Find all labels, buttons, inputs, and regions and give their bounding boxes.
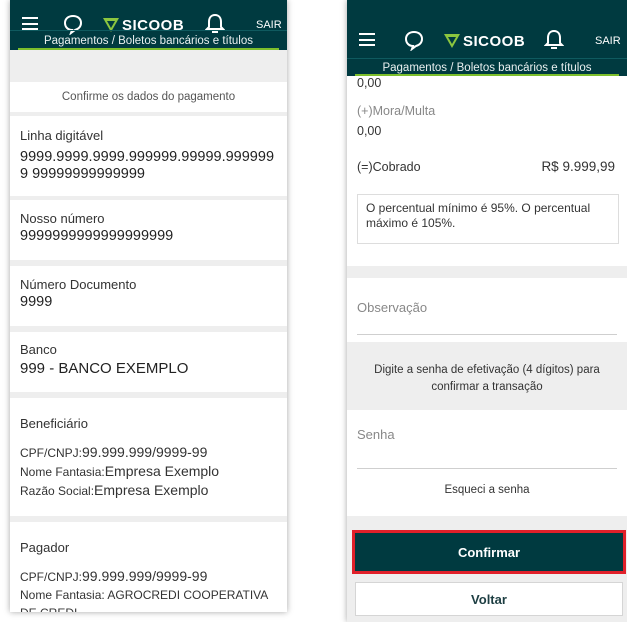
senha-instruction: Digite a senha de efetivação (4 dígitos)… bbox=[347, 362, 627, 396]
beneficiario-razao-label: Razão Social: bbox=[20, 484, 95, 498]
beneficiario-razao-value: Empresa Exemplo bbox=[94, 482, 209, 498]
confirm-header: Confirme os dados do pagamento bbox=[10, 82, 287, 112]
beneficiario-fantasia-value: Empresa Exemplo bbox=[104, 463, 220, 479]
beneficiario-cpf-label: CPF/CNPJ: bbox=[20, 446, 83, 460]
linha-digitavel-value-1: 9999.9999.9999.999999.99999.999999 bbox=[20, 149, 275, 165]
pagador-fantasia: Nome Fantasia: AGROCREDI COOPERATIVA bbox=[20, 586, 277, 604]
hamburger-menu-icon[interactable] bbox=[359, 33, 375, 46]
notification-bell-icon[interactable] bbox=[544, 29, 564, 51]
beneficiario-razao: Razão Social:Empresa Exemplo bbox=[20, 481, 277, 500]
numero-documento-value: 9999 bbox=[20, 294, 53, 310]
logo-text: SICOOB bbox=[463, 32, 526, 50]
pagador-title: Pagador bbox=[20, 540, 70, 555]
pagador-cpf: CPF/CNPJ:99.999.999/9999-99 bbox=[20, 567, 277, 586]
nosso-numero-label: Nosso número bbox=[20, 211, 105, 226]
observacao-placeholder: Observação bbox=[357, 300, 428, 315]
pagador-cpf-value: 99.999.999/9999-99 bbox=[82, 568, 208, 584]
nosso-numero-card: Nosso número 9999999999999999999 bbox=[10, 200, 287, 260]
pagador-fantasia-label: Nome Fantasia: bbox=[20, 588, 105, 602]
pagador-cpf-label: CPF/CNPJ: bbox=[20, 570, 83, 584]
cobrado-value: R$ 9.999,99 bbox=[541, 159, 615, 174]
senha-instruction-line-1: Digite a senha de efetivação (4 dígitos)… bbox=[374, 364, 600, 376]
back-button[interactable]: Voltar bbox=[355, 582, 623, 616]
percent-note-line-2: máximo é 105%. bbox=[366, 216, 456, 230]
pagador-card: Pagador CPF/CNPJ:99.999.999/9999-99 Nome… bbox=[10, 522, 287, 612]
top-bar: SICOOB SAIR Pagamentos / Boletos bancári… bbox=[10, 0, 287, 50]
observacao-field[interactable]: Observação bbox=[347, 278, 627, 342]
senha-instruction-line-2: confirmar a transação bbox=[431, 381, 543, 393]
beneficiario-title: Beneficiário bbox=[20, 416, 88, 431]
pagador-fantasia-value-2: DE CREDI bbox=[20, 604, 277, 612]
values-card: 0,00 (+)Mora/Multa 0,00 (=)Cobrado R$ 9.… bbox=[347, 76, 627, 266]
banco-code: 999 bbox=[20, 360, 46, 377]
banco-value: 999 - BANCO EXEMPLO bbox=[20, 360, 189, 377]
hamburger-menu-icon[interactable] bbox=[22, 17, 38, 30]
senha-card: Senha Esqueci a senha bbox=[347, 410, 627, 516]
beneficiario-cpf-value: 99.999.999/9999-99 bbox=[82, 444, 208, 460]
pagador-fantasia-value: AGROCREDI COOPERATIVA bbox=[107, 588, 269, 602]
numero-documento-label: Número Documento bbox=[20, 277, 137, 292]
confirm-button[interactable]: Confirmar bbox=[352, 530, 626, 574]
sicoob-logo-mark-icon bbox=[444, 34, 460, 48]
beneficiario-fantasia: Nome Fantasia:Empresa Exemplo bbox=[20, 462, 277, 481]
confirm-title: Confirme os dados do pagamento bbox=[61, 91, 236, 103]
banco-card: Banco 999 - BANCO EXEMPLO bbox=[10, 332, 287, 392]
beneficiario-fantasia-label: Nome Fantasia: bbox=[20, 465, 105, 479]
senha-placeholder: Senha bbox=[357, 427, 395, 442]
logout-button[interactable]: SAIR bbox=[595, 35, 621, 47]
cobrado-label: (=)Cobrado bbox=[357, 160, 421, 174]
breadcrumb: Pagamentos / Boletos bancários e títulos bbox=[10, 30, 287, 50]
forgot-password-link[interactable]: Esqueci a senha bbox=[347, 484, 627, 496]
mora-value: 0,00 bbox=[357, 124, 382, 138]
mora-label: (+)Mora/Multa bbox=[357, 104, 436, 118]
linha-digitavel-value-2: 9 99999999999999 bbox=[20, 166, 145, 182]
linha-digitavel-label: Linha digitável bbox=[20, 128, 104, 143]
linha-digitavel-card: Linha digitável 9999.9999.9999.999999.99… bbox=[10, 116, 287, 196]
percent-note-line-1: O percentual mínimo é 95%. O percentual bbox=[366, 201, 591, 215]
right-screen: SICOOB SAIR Pagamentos / Boletos bancári… bbox=[347, 0, 627, 622]
numero-documento-card: Número Documento 9999 bbox=[10, 266, 287, 326]
senha-underline bbox=[357, 468, 617, 469]
sicoob-logo: SICOOB bbox=[443, 32, 526, 50]
observacao-underline bbox=[357, 334, 617, 335]
beneficiario-card: Beneficiário CPF/CNPJ:99.999.999/9999-99… bbox=[10, 398, 287, 516]
banco-name: BANCO EXEMPLO bbox=[58, 360, 189, 377]
breadcrumb: Pagamentos / Boletos bancários e títulos bbox=[347, 58, 627, 76]
nosso-numero-value: 9999999999999999999 bbox=[20, 228, 174, 244]
left-screen: SICOOB SAIR Pagamentos / Boletos bancári… bbox=[10, 0, 287, 612]
top-bar: SICOOB SAIR Pagamentos / Boletos bancári… bbox=[347, 0, 627, 76]
banco-label: Banco bbox=[20, 342, 57, 357]
chat-icon[interactable] bbox=[403, 29, 425, 51]
beneficiario-cpf: CPF/CNPJ:99.999.999/9999-99 bbox=[20, 443, 277, 462]
percent-note: O percentual mínimo é 95%. O percentual … bbox=[357, 194, 619, 244]
top-value: 0,00 bbox=[357, 76, 382, 90]
